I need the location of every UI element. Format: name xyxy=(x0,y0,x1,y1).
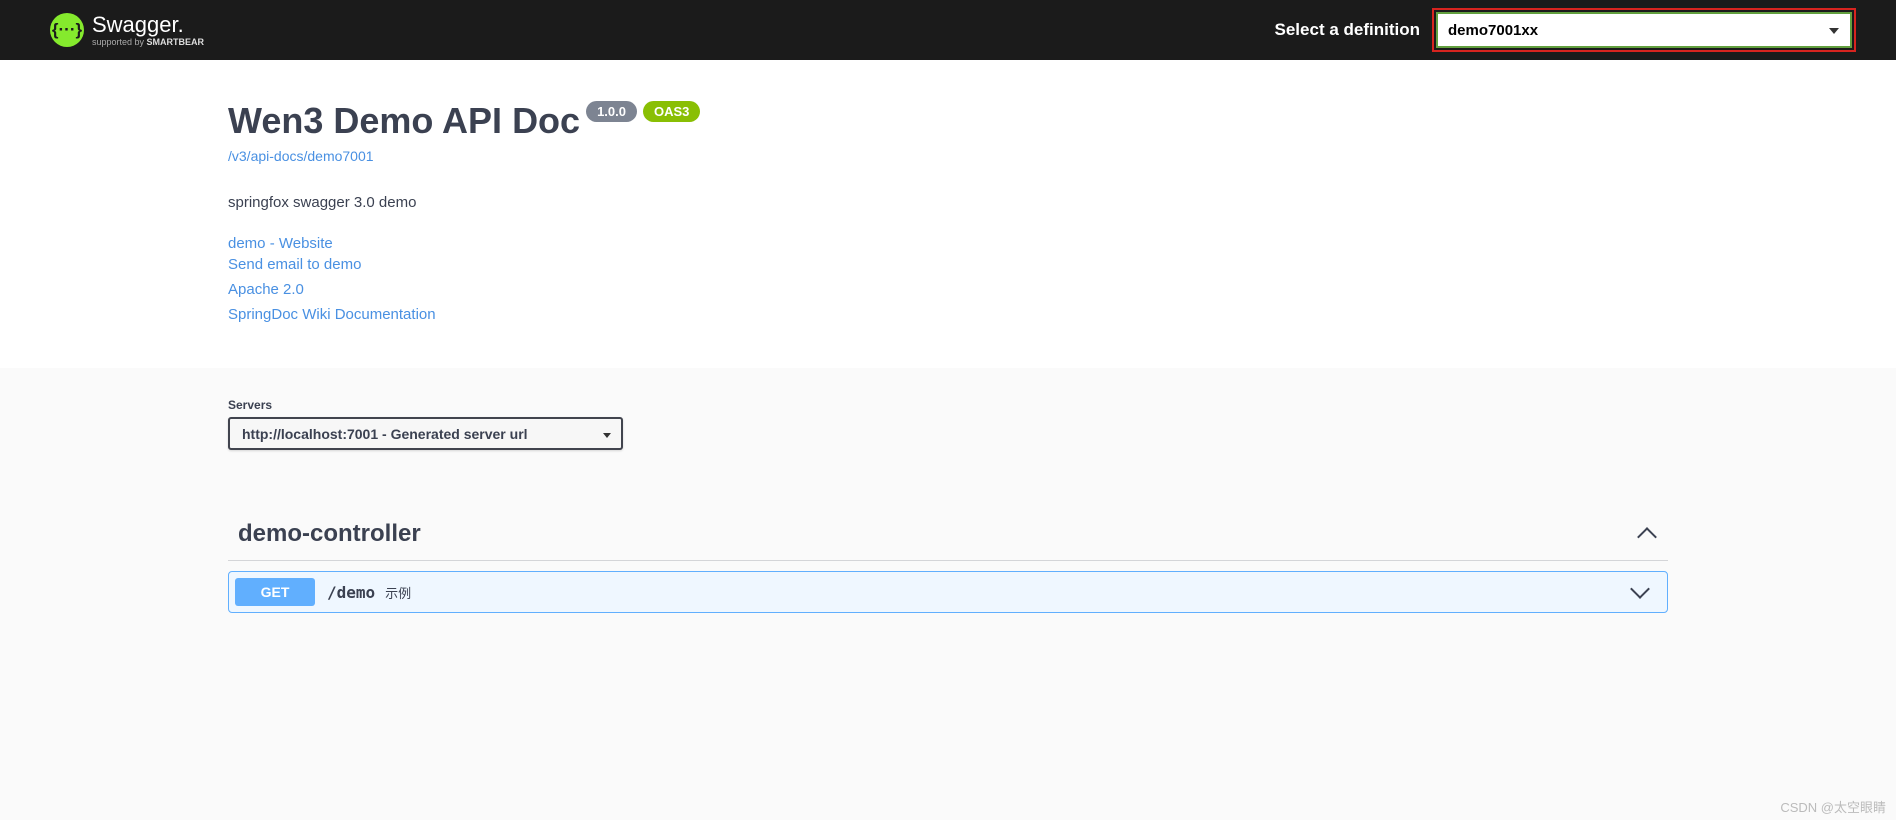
chevron-up-icon xyxy=(1637,527,1657,547)
http-method-badge: GET xyxy=(235,578,315,606)
definition-select-highlight: demo7001xx xyxy=(1432,8,1856,52)
website-link[interactable]: demo - Website xyxy=(228,235,1668,252)
operation-path: /demo xyxy=(327,583,375,602)
oas-badge: OAS3 xyxy=(643,101,700,122)
swagger-logo-subtext: supported by SMARTBEAR xyxy=(92,38,204,47)
tag-section: demo-controller GET /demo 示例 xyxy=(228,510,1668,653)
info-section: Wen3 Demo API Doc 1.0.0 OAS3 /v3/api-doc… xyxy=(0,60,1896,368)
operation-summary: 示例 xyxy=(385,583,411,602)
api-title: Wen3 Demo API Doc xyxy=(228,100,580,142)
swagger-logo-text: Swagger. xyxy=(92,14,204,36)
operation-row[interactable]: GET /demo 示例 xyxy=(228,571,1668,613)
definition-select[interactable]: demo7001xx xyxy=(1436,12,1852,48)
server-select[interactable]: http://localhost:7001 - Generated server… xyxy=(228,417,623,450)
external-docs-link[interactable]: SpringDoc Wiki Documentation xyxy=(228,306,1668,323)
api-title-row: Wen3 Demo API Doc 1.0.0 OAS3 xyxy=(228,100,1668,142)
tag-name: demo-controller xyxy=(238,520,421,548)
tag-header[interactable]: demo-controller xyxy=(228,510,1668,561)
watermark: CSDN @太空眼睛 xyxy=(1780,797,1886,816)
version-badge: 1.0.0 xyxy=(586,101,637,122)
definition-select-label: Select a definition xyxy=(1275,20,1420,40)
contact-link[interactable]: Send email to demo xyxy=(228,256,1668,273)
swagger-logo[interactable]: {···} Swagger. supported by SMARTBEAR xyxy=(50,13,204,47)
chevron-down-icon xyxy=(1630,579,1650,599)
topbar-right: Select a definition demo7001xx xyxy=(1275,8,1856,52)
license-link[interactable]: Apache 2.0 xyxy=(228,281,1668,298)
api-description: springfox swagger 3.0 demo xyxy=(228,194,1668,211)
swagger-logo-icon: {···} xyxy=(50,13,84,47)
topbar: {···} Swagger. supported by SMARTBEAR Se… xyxy=(0,0,1896,60)
spec-url-link[interactable]: /v3/api-docs/demo7001 xyxy=(228,148,374,164)
servers-label: Servers xyxy=(228,398,1668,412)
info-links: demo - Website Send email to demo Apache… xyxy=(228,235,1668,323)
servers-section: Servers http://localhost:7001 - Generate… xyxy=(228,368,1668,468)
